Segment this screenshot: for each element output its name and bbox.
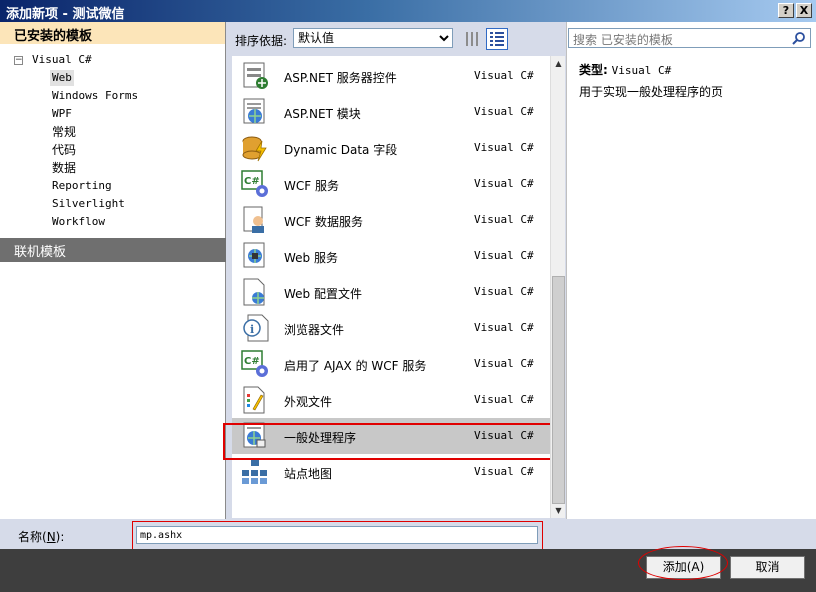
- svg-text:C#: C#: [244, 356, 260, 367]
- web-config-icon: [243, 278, 265, 306]
- wcf-data-service-icon: [243, 206, 264, 233]
- list-item[interactable]: Web 服务 Visual C#: [232, 238, 550, 274]
- scroll-down-icon[interactable]: ▼: [551, 503, 566, 518]
- list-item[interactable]: Web 配置文件 Visual C#: [232, 274, 550, 310]
- name-input-highlight: [132, 521, 543, 551]
- title-bar: 添加新项 - 测试微信 ? X: [0, 0, 816, 22]
- list-item[interactable]: Dynamic Data 字段 Visual C#: [232, 130, 550, 166]
- small-icons-view-button[interactable]: [461, 28, 483, 50]
- add-button-highlight: [638, 546, 728, 580]
- tree-node-visual-csharp[interactable]: Visual C#: [32, 52, 92, 68]
- browser-file-icon: i: [243, 314, 269, 342]
- list-item[interactable]: C# WCF 服务 Visual C#: [232, 166, 550, 202]
- sitemap-icon: [242, 459, 267, 484]
- collapse-icon[interactable]: −: [14, 56, 23, 65]
- tree-node-data[interactable]: 数据: [52, 160, 76, 176]
- help-button[interactable]: ?: [778, 3, 794, 18]
- tree-node-windows-forms[interactable]: Windows Forms: [52, 88, 138, 104]
- tree-node-web[interactable]: Web: [50, 70, 74, 86]
- tree-node-code[interactable]: 代码: [52, 142, 76, 158]
- scroll-up-icon[interactable]: ▲: [551, 56, 566, 71]
- scroll-thumb[interactable]: [552, 276, 565, 504]
- window-title: 添加新项 - 测试微信: [6, 7, 125, 22]
- grid-view-icon: [466, 32, 478, 46]
- cancel-button[interactable]: 取消: [730, 556, 805, 579]
- svg-text:i: i: [250, 323, 254, 336]
- details-panel: 搜索 已安装的模板 类型: Visual C# 用于实现一般处理程序的页: [566, 22, 816, 519]
- search-icon[interactable]: [792, 31, 806, 45]
- sort-label: 排序依据:: [235, 34, 288, 48]
- module-icon: [243, 98, 265, 124]
- sort-toolbar: 排序依据: 默认值: [227, 22, 563, 56]
- type-row: 类型: Visual C#: [579, 63, 672, 77]
- svg-text:C#: C#: [244, 176, 260, 187]
- tree-node-wpf[interactable]: WPF: [52, 106, 72, 122]
- dynamic-data-icon: [242, 136, 267, 162]
- list-item[interactable]: i 浏览器文件 Visual C#: [232, 310, 550, 346]
- list-item[interactable]: ASP.NET 模块 Visual C#: [232, 94, 550, 130]
- tree-node-reporting[interactable]: Reporting: [52, 178, 112, 194]
- list-view-icon: [490, 32, 504, 46]
- tree-node-general[interactable]: 常规: [52, 124, 76, 140]
- list-item[interactable]: ASP.NET 服务器控件 Visual C#: [232, 58, 550, 94]
- list-view-button[interactable]: [486, 28, 508, 50]
- selected-item-highlight: [223, 423, 552, 460]
- tree-node-workflow[interactable]: Workflow: [52, 214, 105, 230]
- web-service-icon: [243, 242, 265, 268]
- skin-file-icon: [243, 386, 265, 414]
- server-control-icon: [243, 62, 268, 89]
- tree-node-silverlight[interactable]: Silverlight: [52, 196, 125, 212]
- name-label: 名称(N):: [18, 530, 65, 544]
- close-button[interactable]: X: [796, 3, 812, 18]
- list-item[interactable]: 外观文件 Visual C#: [232, 382, 550, 418]
- template-description: 用于实现一般处理程序的页: [579, 85, 724, 99]
- list-scrollbar[interactable]: ▲ ▼: [550, 56, 565, 518]
- installed-templates-header[interactable]: 已安装的模板: [0, 22, 225, 44]
- sort-select[interactable]: 默认值: [293, 28, 453, 48]
- search-input[interactable]: 搜索 已安装的模板: [568, 28, 811, 48]
- template-tree-panel: 已安装的模板 − Visual C# Web Windows Forms WPF…: [0, 22, 226, 519]
- online-templates-header[interactable]: 联机模板: [0, 238, 226, 262]
- list-item[interactable]: WCF 数据服务 Visual C#: [232, 202, 550, 238]
- list-item[interactable]: C# 启用了 AJAX 的 WCF 服务 Visual C#: [232, 346, 550, 382]
- ajax-wcf-icon: C#: [241, 350, 268, 377]
- wcf-service-icon: C#: [241, 170, 268, 197]
